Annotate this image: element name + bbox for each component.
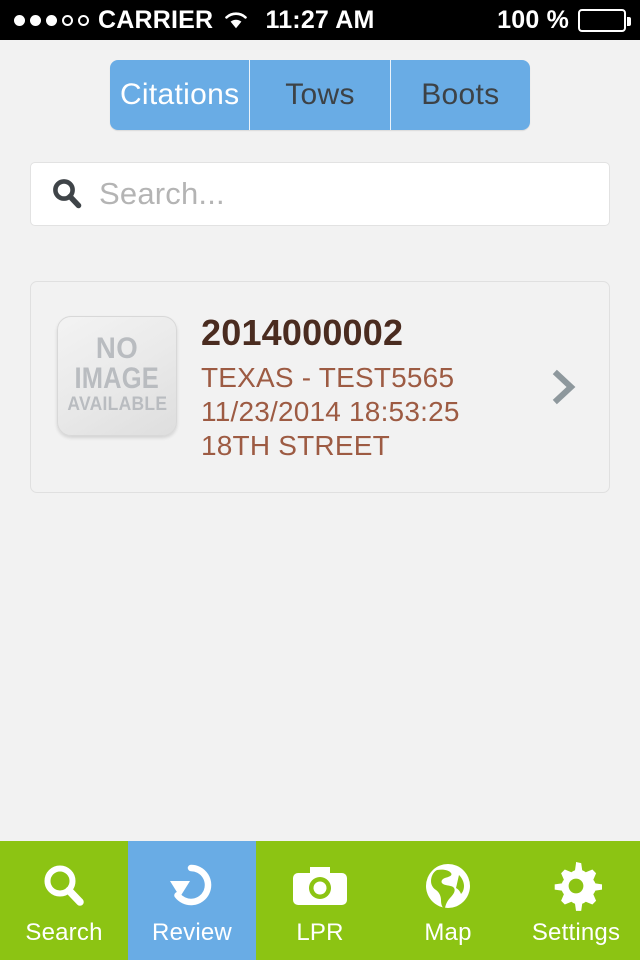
tab-tows[interactable]: Tows <box>250 60 391 130</box>
status-bar: CARRIER 11:27 AM 100 % <box>0 0 640 40</box>
location: 18TH STREET <box>201 430 390 462</box>
thumb-line-3: AVAILABLE <box>67 393 167 415</box>
tab-bar-label-lpr: LPR <box>296 918 344 946</box>
search-placeholder: Search... <box>99 176 225 211</box>
gear-icon <box>550 859 602 913</box>
thumb-line-1: NO <box>95 332 139 366</box>
search-icon <box>39 859 89 913</box>
tab-bar: Search Review LPR Map Settings <box>0 841 640 960</box>
tab-bar-label-settings: Settings <box>531 918 621 946</box>
tab-bar-label-review: Review <box>152 918 232 946</box>
tab-bar-item-map[interactable]: Map <box>384 841 512 960</box>
tab-bar-item-settings[interactable]: Settings <box>512 841 640 960</box>
timestamp: 11/23/2014 18:53:25 <box>201 396 460 428</box>
status-bar-left: CARRIER <box>14 6 250 35</box>
search-input[interactable]: Search... <box>30 162 610 226</box>
signal-dot-filled <box>14 14 25 26</box>
segmented-control-wrap: Citations Tows Boots <box>0 40 640 130</box>
chevron-right-icon[interactable] <box>549 365 585 409</box>
citation-list: NO IMAGE AVAILABLE 2014000002 TEXAS - TE… <box>0 226 640 493</box>
list-item[interactable]: NO IMAGE AVAILABLE 2014000002 TEXAS - TE… <box>30 281 610 493</box>
plate-state: TEXAS - TEST5565 <box>201 362 455 393</box>
tab-bar-item-review[interactable]: Review <box>128 841 256 960</box>
tab-boots[interactable]: Boots <box>390 60 530 130</box>
battery-percent-label: 100 % <box>497 5 569 34</box>
tab-bar-item-lpr[interactable]: LPR <box>256 841 384 960</box>
carrier-label: CARRIER <box>98 5 214 34</box>
list-item-text: 2014000002 TEXAS - TEST5565 11/23/2014 1… <box>201 310 525 463</box>
camera-icon <box>292 859 348 913</box>
signal-dot-empty <box>78 14 89 26</box>
tab-bar-item-search[interactable]: Search <box>0 841 128 960</box>
tab-citations[interactable]: Citations <box>110 60 251 130</box>
wifi-icon <box>222 10 250 30</box>
no-image-placeholder-icon: NO IMAGE AVAILABLE <box>57 316 177 436</box>
signal-dot-filled <box>30 14 41 26</box>
status-bar-right: 100 % <box>497 5 631 35</box>
citation-number: 2014000002 <box>201 312 404 353</box>
search-wrap: Search... <box>0 130 640 226</box>
signal-dot-filled <box>46 14 57 26</box>
signal-dot-empty <box>62 14 73 26</box>
tab-bar-label-search: Search <box>25 918 103 946</box>
tab-bar-label-map: Map <box>424 918 472 946</box>
thumb-line-2: IMAGE <box>74 361 160 395</box>
segmented-control[interactable]: Citations Tows Boots <box>110 60 530 130</box>
globe-icon <box>423 859 473 913</box>
content-area: Citations Tows Boots Search... NO IMAGE … <box>0 40 640 841</box>
search-icon <box>49 176 85 212</box>
signal-strength-dots <box>14 14 89 26</box>
battery-icon <box>578 8 631 32</box>
undo-arrow-icon <box>165 859 219 913</box>
app-screen: CARRIER 11:27 AM 100 % Citations Tows Bo… <box>0 0 640 960</box>
